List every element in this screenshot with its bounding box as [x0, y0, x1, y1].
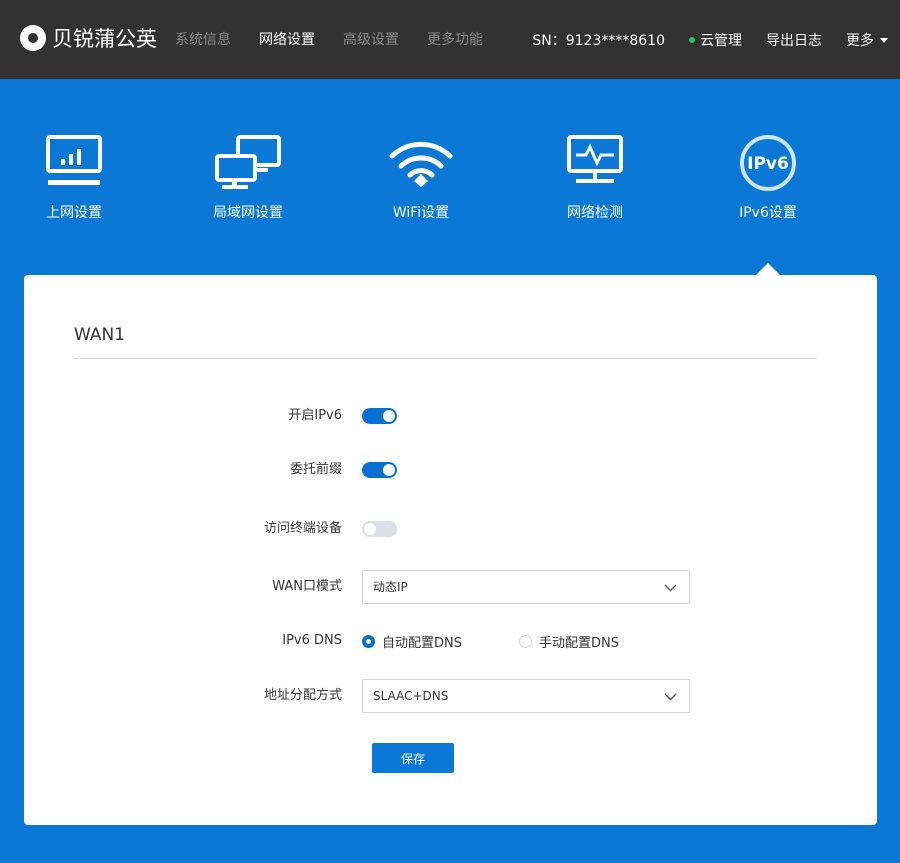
nav-more-features[interactable]: 更多功能 — [427, 29, 483, 49]
radio-checked-icon — [362, 634, 375, 648]
header-right: SN：9123****8610 云管理 导出日志 更多 — [532, 30, 888, 50]
enable-ipv6-label: 开启IPv6 — [288, 408, 342, 423]
main-nav: 系统信息 网络设置 高级设置 更多功能 — [175, 29, 511, 49]
brand-logo[interactable]: 贝锐蒲公英 — [20, 24, 157, 52]
tab-label: IPv6设置 — [739, 205, 797, 221]
more-label: 更多 — [846, 33, 874, 49]
enable-ipv6-toggle[interactable] — [362, 408, 397, 424]
ipv6-icon-text: IPv6 — [747, 154, 789, 174]
toggle-knob — [383, 464, 395, 476]
dns-manual-radio[interactable]: 手动配置DNS — [519, 632, 619, 651]
caret-down-icon — [880, 37, 888, 43]
tab-label: 网络检测 — [567, 205, 623, 221]
card-divider — [74, 358, 817, 359]
ipv6-dns-label: IPv6 DNS — [282, 633, 342, 648]
tab-label: 局域网设置 — [213, 205, 283, 221]
more-menu[interactable]: 更多 — [846, 30, 888, 50]
row-access-terminal: 访问终端设备 — [24, 512, 877, 546]
nav-system-info[interactable]: 系统信息 — [175, 29, 231, 49]
wan-settings-card: WAN1 开启IPv6 委托前缀 访问终端设备 WAN口模式 动态IP IPv6… — [24, 275, 877, 825]
tab-wifi-settings[interactable]: WiFi设置 — [361, 134, 481, 222]
address-allocation-label: 地址分配方式 — [263, 688, 342, 703]
active-tab-pointer — [756, 263, 780, 275]
tab-internet-settings[interactable]: 上网设置 — [14, 134, 134, 222]
row-ipv6-dns: IPv6 DNS 自动配置DNS 手动配置DNS — [24, 624, 877, 658]
monitor-chart-icon — [46, 135, 102, 185]
delegate-prefix-toggle[interactable] — [362, 462, 397, 478]
card-title: WAN1 — [74, 325, 126, 345]
toggle-knob — [364, 523, 376, 535]
dns-manual-label: 手动配置DNS — [539, 635, 619, 651]
wan-mode-select[interactable]: 动态IP — [362, 570, 690, 604]
serial-number: SN：9123****8610 — [532, 33, 665, 49]
delegate-prefix-label: 委托前缀 — [289, 462, 342, 477]
chevron-down-icon — [664, 693, 677, 701]
brand-name: 贝锐蒲公英 — [52, 27, 157, 51]
wifi-icon — [389, 141, 453, 187]
tab-ipv6-settings[interactable]: IPv6 IPv6设置 — [708, 134, 828, 222]
radio-unchecked-icon — [519, 634, 532, 648]
save-button[interactable]: 保存 — [372, 743, 454, 773]
export-log-link[interactable]: 导出日志 — [766, 30, 822, 50]
tab-label: WiFi设置 — [392, 205, 450, 221]
cloud-manage-label: 云管理 — [700, 33, 742, 49]
top-bar: 贝锐蒲公英 系统信息 网络设置 高级设置 更多功能 SN：9123****861… — [0, 0, 900, 79]
ipv6-icon: IPv6 — [740, 135, 796, 191]
dns-auto-label: 自动配置DNS — [382, 635, 462, 651]
row-address-allocation: 地址分配方式 SLAAC+DNS — [24, 679, 877, 713]
cloud-manage-link[interactable]: 云管理 — [689, 30, 742, 50]
logo-icon — [20, 25, 46, 51]
row-enable-ipv6: 开启IPv6 — [24, 399, 877, 433]
tab-network-check[interactable]: 网络检测 — [535, 134, 655, 222]
chevron-down-icon — [664, 584, 677, 592]
tab-label: 上网设置 — [46, 205, 102, 221]
nav-advanced-settings[interactable]: 高级设置 — [343, 29, 399, 49]
settings-tabs: 上网设置 局域网设置 WiFi设置 网络检测 IPv6 IPv6设置 — [0, 79, 900, 275]
lan-icon — [215, 135, 281, 189]
access-terminal-toggle[interactable] — [362, 521, 397, 537]
network-monitor-icon — [567, 135, 623, 183]
toggle-knob — [383, 410, 395, 422]
online-status-dot — [689, 37, 695, 43]
ipv6-dns-radio-group: 自动配置DNS 手动配置DNS — [362, 632, 619, 651]
row-wan-mode: WAN口模式 动态IP — [24, 570, 877, 604]
tab-lan-settings[interactable]: 局域网设置 — [188, 134, 308, 222]
row-delegate-prefix: 委托前缀 — [24, 453, 877, 487]
address-allocation-select[interactable]: SLAAC+DNS — [362, 679, 690, 713]
address-allocation-value: SLAAC+DNS — [373, 689, 449, 703]
wan-mode-value: 动态IP — [373, 580, 408, 594]
access-terminal-label: 访问终端设备 — [263, 521, 342, 536]
dns-auto-radio[interactable]: 自动配置DNS — [362, 632, 462, 651]
nav-network-settings[interactable]: 网络设置 — [259, 29, 315, 49]
wan-mode-label: WAN口模式 — [272, 579, 342, 594]
